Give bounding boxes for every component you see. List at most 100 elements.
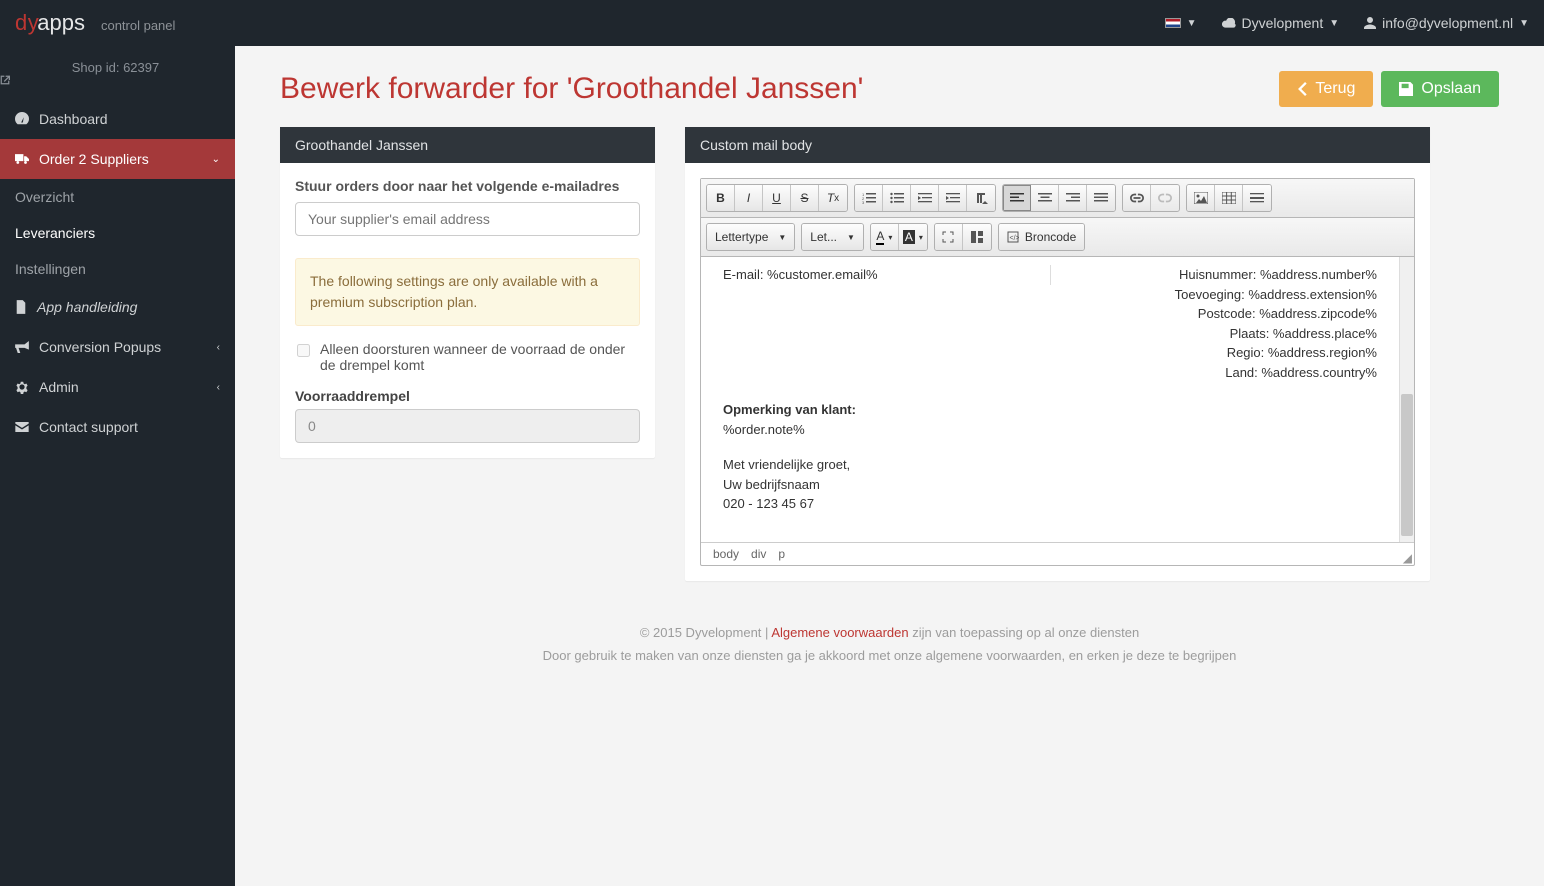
cog-icon	[15, 380, 29, 394]
chevron-down-icon: ▼	[1329, 18, 1339, 29]
indent-button[interactable]	[939, 185, 967, 211]
ordered-list-button[interactable]: 123	[855, 185, 883, 211]
rich-text-editor: B I U S Tx 123	[700, 178, 1415, 566]
flag-nl-icon	[1165, 18, 1181, 28]
image-button[interactable]	[1187, 185, 1215, 211]
brand-subtitle: control panel	[101, 18, 175, 33]
sidebar-item-dashboard[interactable]: Dashboard	[0, 99, 235, 139]
sidebar-item-admin[interactable]: Admin ‹	[0, 367, 235, 407]
shop-id-label: Shop id: 62397	[72, 60, 159, 75]
link-button[interactable]	[1123, 185, 1151, 211]
path-segment[interactable]: div	[751, 547, 766, 561]
brand-logo: dyapps control panel	[15, 10, 175, 36]
chevron-down-icon: ▼	[1519, 18, 1529, 29]
chevron-down-icon: ▼	[847, 233, 855, 242]
user-icon	[1364, 17, 1376, 29]
chevron-down-icon: ▼	[1187, 18, 1197, 29]
external-link-icon	[0, 75, 235, 85]
align-left-button[interactable]	[1003, 185, 1031, 211]
terms-link[interactable]: Algemene voorwaarden	[771, 625, 908, 640]
table-button[interactable]	[1215, 185, 1243, 211]
maximize-button[interactable]	[935, 224, 963, 250]
resize-handle-icon[interactable]: ◢	[1403, 551, 1412, 565]
locale-dropdown[interactable]: ▼	[1165, 18, 1197, 29]
path-segment[interactable]: p	[778, 547, 785, 561]
email-field-label: Stuur orders door naar het volgende e-ma…	[295, 178, 640, 194]
align-justify-button[interactable]	[1087, 185, 1115, 211]
threshold-field-label: Voorraaddrempel	[295, 388, 640, 404]
user-dropdown[interactable]: info@dyvelopment.nl ▼	[1364, 15, 1529, 31]
path-segment[interactable]: body	[713, 547, 739, 561]
align-center-button[interactable]	[1031, 185, 1059, 211]
truck-icon	[15, 153, 29, 165]
svg-text:</>: </>	[1009, 235, 1019, 242]
sidebar-item-label: App handleiding	[37, 299, 137, 315]
supplier-email-input[interactable]	[295, 202, 640, 236]
show-blocks-button[interactable]	[963, 224, 991, 250]
sidebar-item-label: Contact support	[39, 419, 138, 435]
sidebar-item-conversion-popups[interactable]: Conversion Popups ‹	[0, 327, 235, 367]
save-button[interactable]: Opslaan	[1381, 71, 1499, 107]
chevron-down-icon: ▼	[778, 233, 786, 242]
back-button-label: Terug	[1315, 80, 1355, 98]
svg-text:3: 3	[862, 200, 865, 204]
sidebar-item-contact-support[interactable]: Contact support	[0, 407, 235, 447]
cloud-icon	[1222, 18, 1236, 28]
editor-email-line: E-mail: %customer.email%	[723, 265, 1040, 285]
unordered-list-button[interactable]	[883, 185, 911, 211]
source-button[interactable]: </> Broncode	[999, 224, 1084, 250]
back-button[interactable]: Terug	[1279, 71, 1373, 107]
sidebar-subitem-instellingen[interactable]: Instellingen	[0, 251, 235, 287]
strike-button[interactable]: S	[791, 185, 819, 211]
hr-button[interactable]	[1243, 185, 1271, 211]
direction-button[interactable]	[967, 185, 995, 211]
threshold-input	[295, 409, 640, 443]
main-content: Bewerk forwarder for 'Groothandel Jansse…	[235, 46, 1544, 886]
align-right-button[interactable]	[1059, 185, 1087, 211]
scrollbar-thumb[interactable]	[1401, 394, 1413, 537]
chevron-left-icon: ‹	[217, 342, 220, 353]
forward-on-threshold-checkbox[interactable]	[297, 344, 310, 357]
text-color-button[interactable]: A▾	[871, 224, 899, 250]
font-size-dropdown[interactable]: Let... ▼	[802, 224, 863, 250]
editor-address-line: Land: %address.country%	[1061, 363, 1378, 383]
supplier-panel-title: Groothandel Janssen	[280, 127, 655, 163]
mail-icon	[15, 422, 29, 432]
bold-button[interactable]: B	[707, 185, 735, 211]
sidebar-item-app-handleiding[interactable]: App handleiding	[0, 287, 235, 327]
sidebar-subitem-leveranciers[interactable]: Leveranciers	[0, 215, 235, 251]
underline-button[interactable]: U	[763, 185, 791, 211]
supplier-panel: Groothandel Janssen Stuur orders door na…	[280, 127, 655, 458]
sidebar-item-label: Conversion Popups	[39, 339, 161, 355]
premium-alert: The following settings are only availabl…	[295, 258, 640, 326]
chevron-down-icon: ⌄	[212, 154, 220, 165]
chevron-left-icon: ‹	[217, 382, 220, 393]
font-family-dropdown[interactable]: Lettertype ▼	[707, 224, 794, 250]
sidebar-subitem-overzicht[interactable]: Overzicht	[0, 179, 235, 215]
italic-button[interactable]: I	[735, 185, 763, 211]
unlink-button[interactable]	[1151, 185, 1179, 211]
bg-color-button[interactable]: A▾	[899, 224, 927, 250]
shop-id-link[interactable]: Shop id: 62397	[0, 46, 235, 99]
outdent-button[interactable]	[911, 185, 939, 211]
footer-text: © 2015 Dyvelopment |	[640, 625, 771, 640]
user-email-label: info@dyvelopment.nl	[1382, 15, 1513, 31]
editor-address-line: Toevoeging: %address.extension%	[1061, 285, 1378, 305]
editor-note-heading: Opmerking van klant:	[723, 400, 1377, 420]
chevron-left-icon	[1297, 82, 1307, 96]
sidebar-item-order2suppliers[interactable]: Order 2 Suppliers ⌄	[0, 139, 235, 179]
topbar: dyapps control panel ▼ Dyvelopment ▼ inf…	[0, 0, 1544, 46]
clear-format-button[interactable]: Tx	[819, 185, 847, 211]
page-footer: © 2015 Dyvelopment | Algemene voorwaarde…	[280, 581, 1499, 688]
editor-toolbar-row-2: Lettertype ▼ Let... ▼	[701, 218, 1414, 257]
editor-scrollbar[interactable]	[1399, 257, 1414, 542]
editor-address-line: Postcode: %address.zipcode%	[1061, 304, 1378, 324]
editor-signature-line: 020 - 123 45 67	[723, 494, 1377, 514]
sidebar: Shop id: 62397 Dashboard Order 2 Supplie…	[0, 46, 235, 886]
doc-icon	[15, 300, 27, 314]
editor-toolbar-row-1: B I U S Tx 123	[701, 179, 1414, 218]
footer-text: zijn van toepassing op al onze diensten	[909, 625, 1140, 640]
company-dropdown[interactable]: Dyvelopment ▼	[1222, 15, 1340, 31]
sidebar-item-label: Order 2 Suppliers	[39, 151, 149, 167]
editor-content-area[interactable]: E-mail: %customer.email% Huisnummer: %ad…	[701, 257, 1399, 542]
